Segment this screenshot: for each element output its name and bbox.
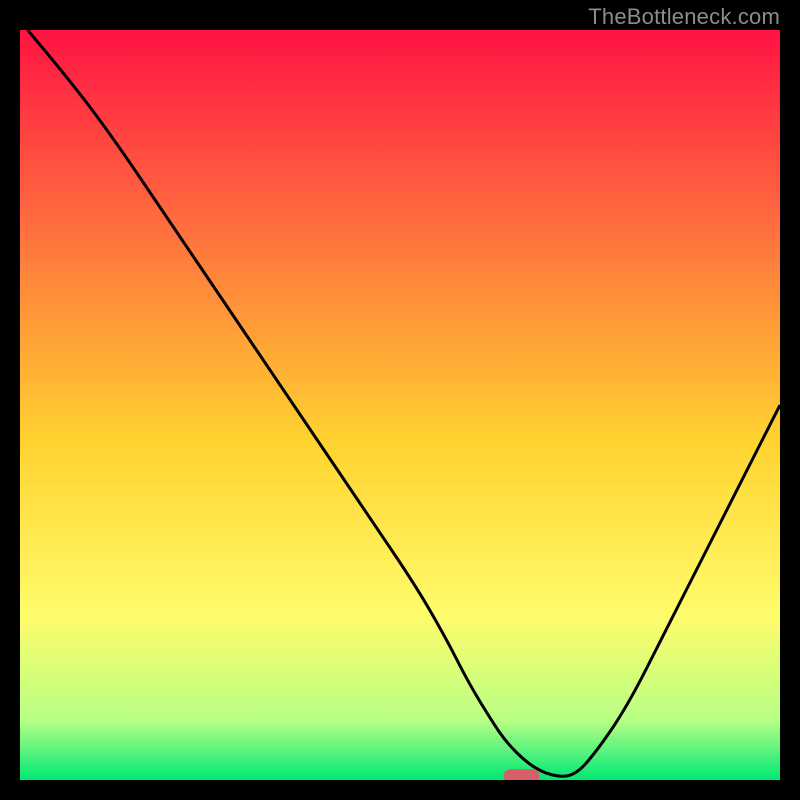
watermark-text: TheBottleneck.com (588, 4, 780, 30)
chart-frame (20, 30, 780, 780)
optimal-marker (504, 769, 540, 780)
gradient-background (20, 30, 780, 780)
bottleneck-chart (20, 30, 780, 780)
